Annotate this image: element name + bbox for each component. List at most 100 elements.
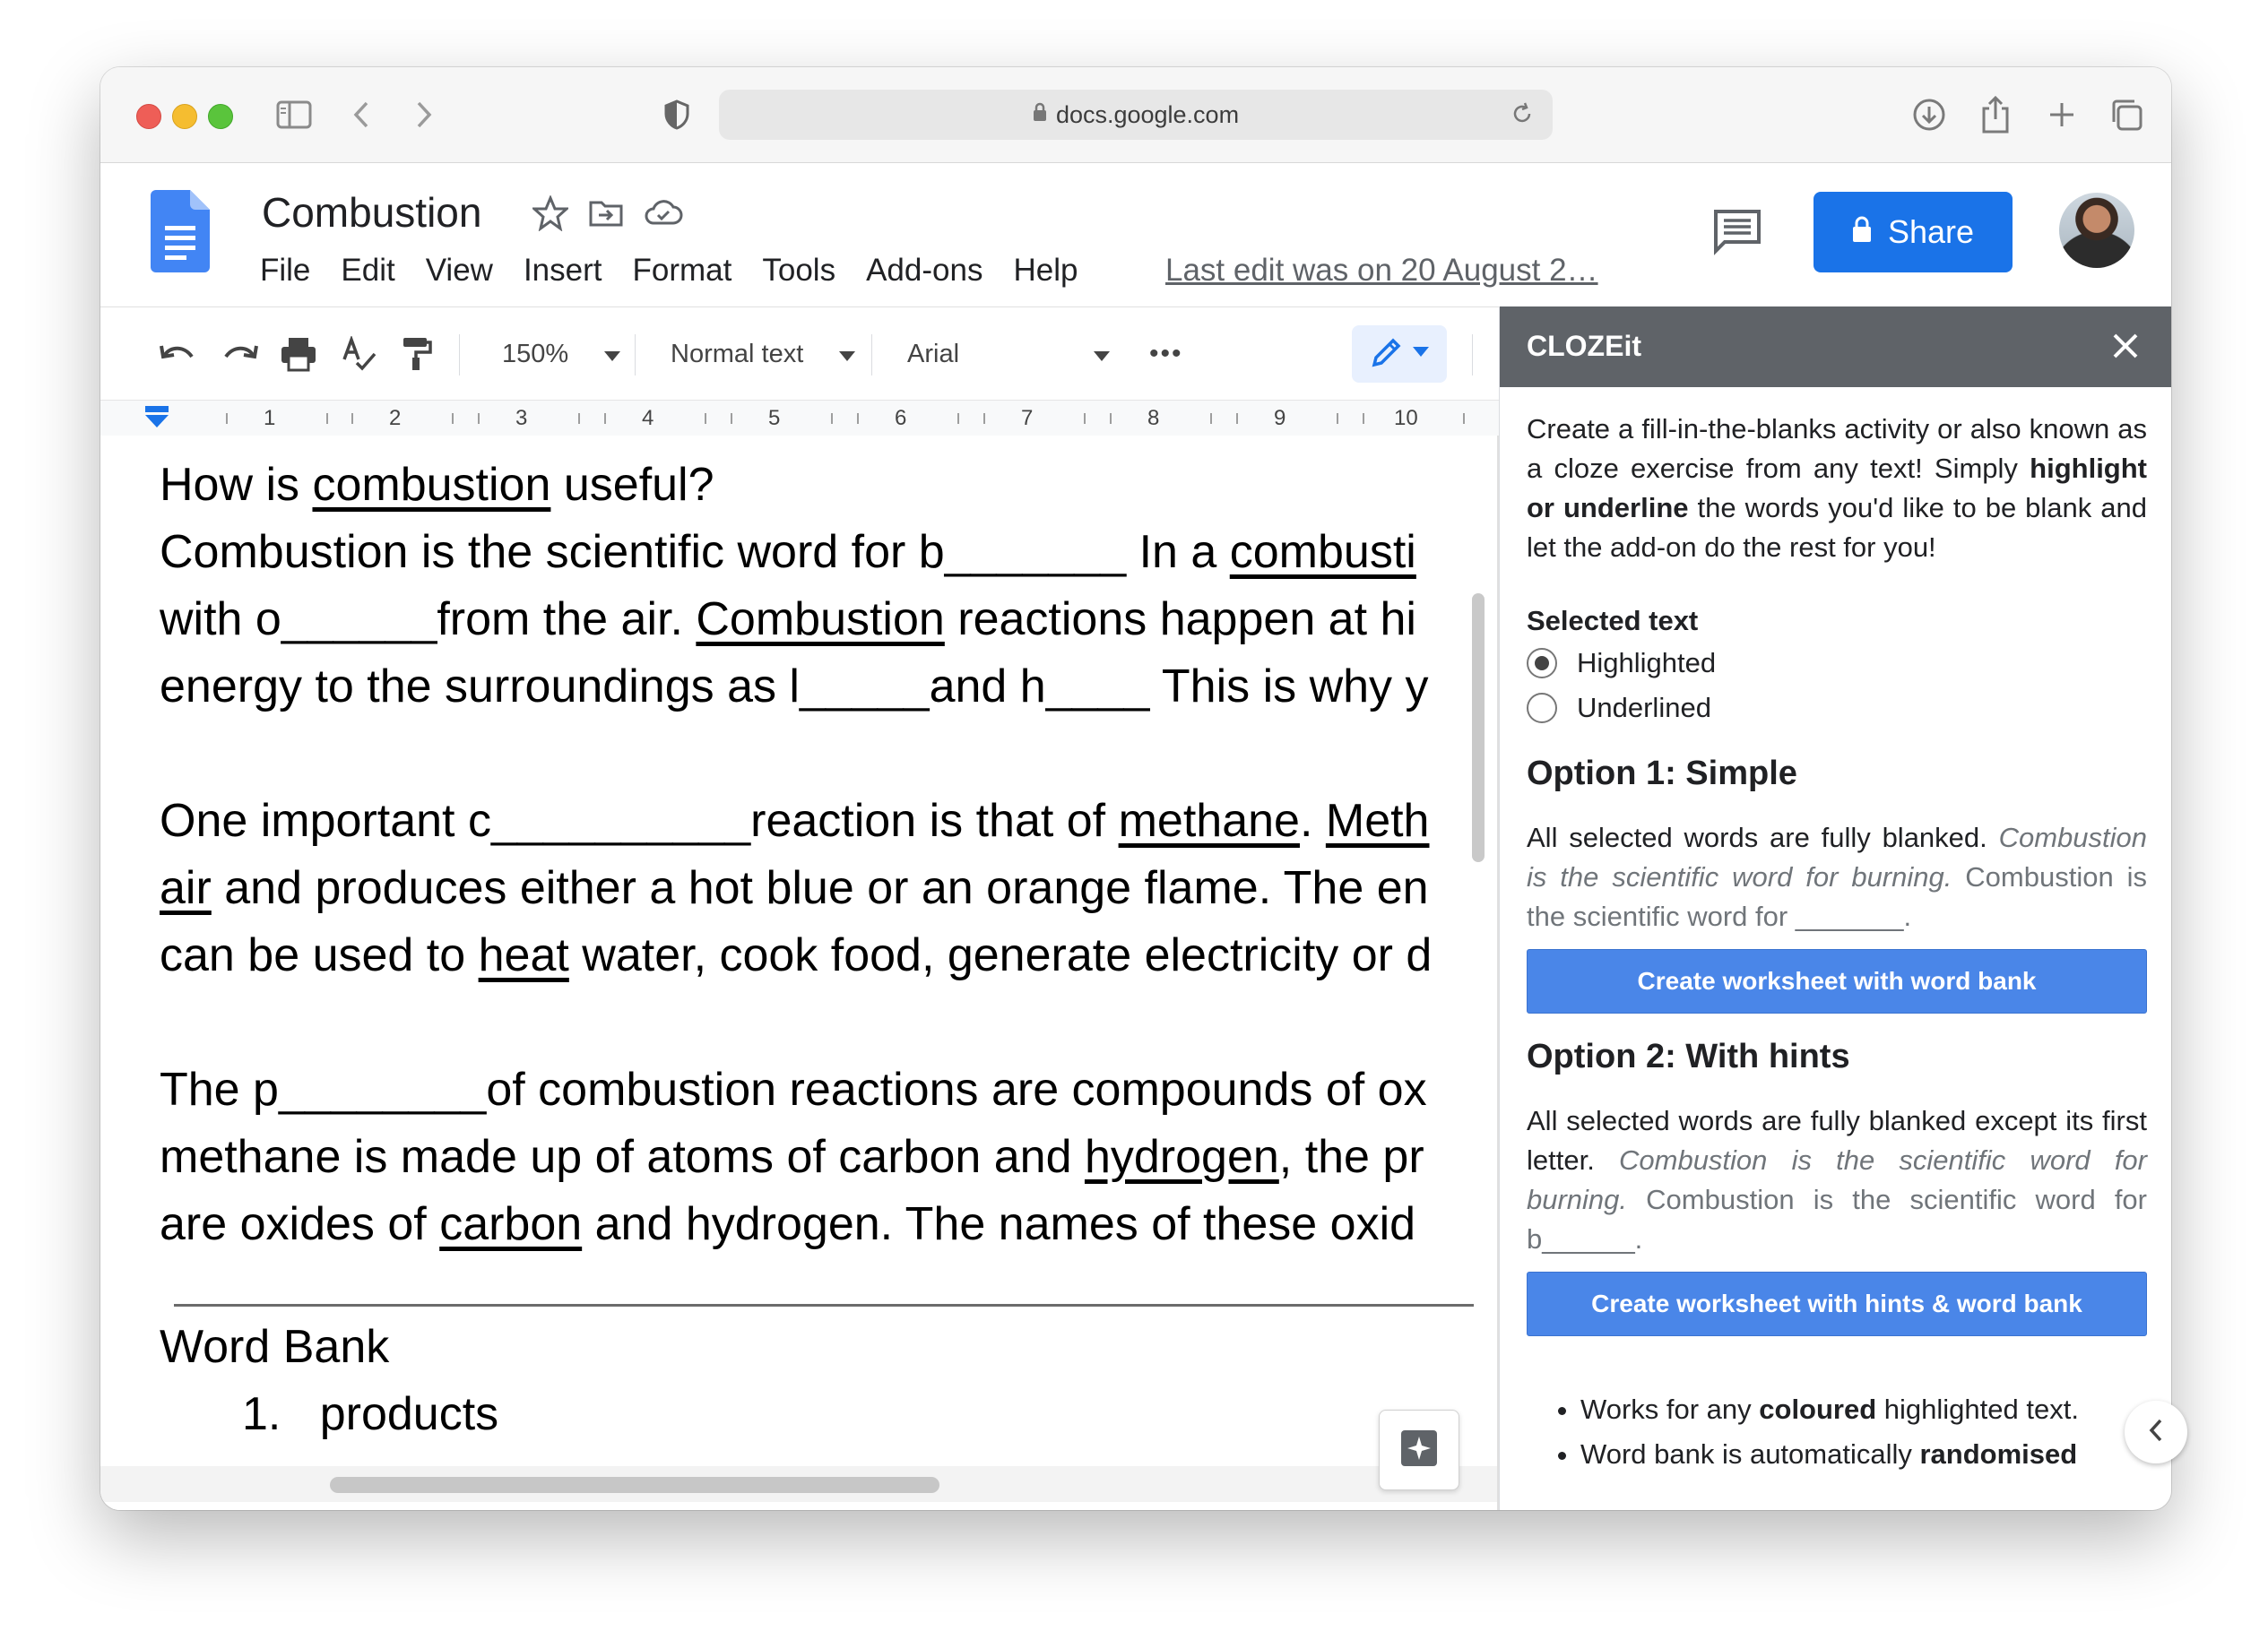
share-sheet-icon[interactable] [1978,94,2013,135]
feature-list: Works for any coloured highlighted text.… [1580,1390,2147,1474]
chevron-left-icon [2147,1418,2165,1447]
chevron-down-icon [604,340,621,369]
ruler-number: 3 [515,406,528,430]
document-body[interactable]: How is combustion useful? Combustion is … [160,452,1499,1258]
menu-format[interactable]: Format [633,253,732,289]
text-run: , the pr [1278,1131,1424,1183]
zoom-select[interactable]: 150% [502,331,621,377]
radio-label: Underlined [1577,692,1711,723]
paragraph-line: Combustion is the scientific word for b_… [160,519,1499,586]
comment-icon[interactable] [1712,208,1762,261]
cloud-status-icon[interactable] [644,195,683,236]
collapse-side-panel-button[interactable] [2125,1401,2187,1463]
list-number: 1. [242,1388,281,1440]
ruler-number: 8 [1147,406,1160,430]
underlined-word: Combustion [696,593,945,645]
reload-icon[interactable] [1510,101,1535,133]
chevron-down-icon [1413,346,1429,362]
forward-icon[interactable] [411,94,437,135]
docs-header: Combustion File Edit View Insert Format … [100,163,2171,306]
text-run: How is [160,459,313,511]
avatar[interactable] [2059,193,2134,268]
spellcheck-icon[interactable] [341,331,377,377]
document-title[interactable]: Combustion [262,188,481,237]
radio-highlighted[interactable]: Highlighted [1527,641,2147,686]
url-text: docs.google.com [1055,100,1240,128]
indent-marker[interactable] [143,404,170,436]
word-bank-section[interactable]: Word Bank 1. products [160,1314,498,1448]
text-run: can be used to [160,929,479,981]
paragraph-line: energy to the surroundings as l_____and … [160,653,1499,721]
share-button[interactable]: Share [1814,192,2013,272]
create-worksheet-hints-button[interactable]: Create worksheet with hints & word bank [1527,1272,2147,1336]
menu-help[interactable]: Help [1013,253,1078,289]
last-edit-link[interactable]: Last edit was on 20 August 2… [1165,253,1598,289]
paint-format-icon[interactable] [400,331,432,377]
radio-button[interactable] [1527,693,1557,723]
close-icon[interactable] [2106,326,2145,366]
print-icon[interactable] [280,331,317,377]
close-window-button[interactable] [136,104,161,129]
radio-underlined[interactable]: Underlined [1527,686,2147,730]
text-run: energy to the surroundings as l_____and … [160,660,1429,712]
document-canvas[interactable]: How is combustion useful? Combustion is … [100,436,1499,1510]
menu-insert[interactable]: Insert [524,253,602,289]
star-icon[interactable] [531,194,570,236]
selected-text-label: Selected text [1527,605,1699,636]
move-folder-icon[interactable] [588,195,624,236]
ruler-number: 6 [895,406,907,430]
tabs-icon[interactable] [2108,94,2144,135]
chevron-down-icon [839,340,856,369]
more-options-button[interactable]: ••• [1149,331,1183,377]
menu-tools[interactable]: Tools [762,253,835,289]
paragraph-line: are oxides of carbon and hydrogen. The n… [160,1191,1499,1258]
menu-addons[interactable]: Add-ons [866,253,983,289]
address-bar[interactable]: docs.google.com [719,90,1553,140]
create-worksheet-word-bank-button[interactable]: Create worksheet with word bank [1527,949,2147,1014]
menu-file[interactable]: File [260,253,310,289]
underlined-word: combustion [312,459,551,511]
docs-logo-icon[interactable] [151,190,210,277]
option2-title: Option 2: With hints [1527,1038,1850,1075]
paragraph-style-select[interactable]: Normal text [671,331,856,377]
underlined-word: hydrogen [1084,1131,1279,1183]
editing-mode-button[interactable] [1352,325,1447,383]
download-icon[interactable] [1911,94,1947,135]
minimize-window-button[interactable] [172,104,197,129]
text-run: useful? [550,459,714,511]
text-run: and hydrogen. The names of these oxid [582,1198,1416,1250]
back-icon[interactable] [348,94,375,135]
ruler-number: 10 [1394,406,1418,430]
redo-icon[interactable] [221,331,260,377]
text-run: are oxides of [160,1198,440,1250]
list-item: Works for any coloured highlighted text. [1580,1390,2147,1429]
radio-label: Highlighted [1577,647,1717,678]
ruler-number: 5 [768,406,781,430]
paragraph-line: can be used to heat water, cook food, ge… [160,922,1499,989]
ruler[interactable]: 1 2 3 4 5 6 7 8 9 10 [100,400,1499,437]
browser-window: docs.google.com Combustion File Edit Vie… [100,67,2171,1510]
font-select[interactable]: Arial [907,331,1111,377]
text-run: All selected words are fully blanked. [1527,822,1999,853]
explore-icon [1398,1428,1440,1473]
list-item-text: products [319,1388,499,1440]
underlined-word: Meth [1325,795,1430,847]
paragraph-line: How is combustion useful? [160,452,1499,519]
horizontal-scrollbar[interactable] [330,1477,939,1493]
new-tab-icon[interactable] [2044,94,2080,135]
text-run: with o______from the air. [160,593,697,645]
undo-icon[interactable] [158,331,197,377]
explore-button[interactable] [1379,1410,1459,1490]
sidebar-content: Create a fill-in-the-blanks activity or … [1527,410,2147,1480]
menu-edit[interactable]: Edit [341,253,394,289]
text-run: One important c__________reaction is tha… [160,795,1119,847]
paragraph-line: One important c__________reaction is tha… [160,788,1499,855]
menu-view[interactable]: View [426,253,493,289]
sidebar-icon[interactable] [275,94,313,135]
vertical-scrollbar[interactable] [1472,593,1485,862]
radio-button[interactable] [1527,648,1557,678]
underlined-word: carbon [439,1198,583,1250]
zoom-window-button[interactable] [208,104,233,129]
shield-icon[interactable] [662,94,692,135]
zoom-value: 150% [502,339,569,368]
